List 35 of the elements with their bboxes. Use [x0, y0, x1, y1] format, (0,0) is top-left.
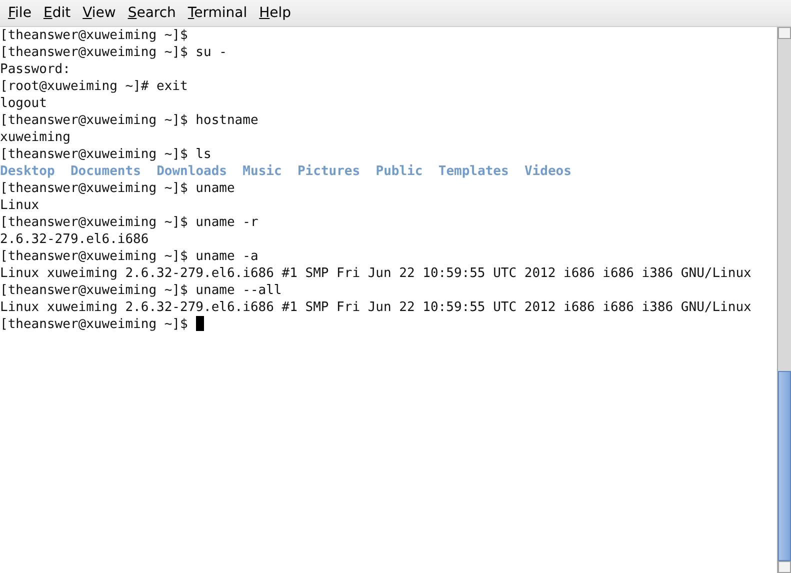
terminal-line: Linux — [0, 198, 40, 213]
terminal-line: [theanswer@xuweiming ~]$ uname -r — [0, 215, 258, 230]
menu-item[interactable]: View — [76, 1, 122, 25]
directory-name: Videos — [524, 164, 572, 179]
directory-name: Pictures — [297, 164, 360, 179]
menu-item[interactable]: Terminal — [182, 1, 254, 25]
terminal-line: Password: — [0, 62, 70, 77]
terminal-line: 2.6.32-279.el6.i686 — [0, 232, 149, 247]
terminal-line: [theanswer@xuweiming ~]$ uname -a — [0, 249, 258, 264]
directory-name: Music — [242, 164, 282, 179]
menu-item[interactable]: Search — [122, 1, 182, 25]
scrollbar[interactable] — [777, 27, 791, 573]
scroll-down-button[interactable] — [778, 561, 791, 573]
terminal-line: logout — [0, 96, 47, 111]
directory-name: Desktop — [0, 164, 55, 179]
terminal-line: [theanswer@xuweiming ~]$ — [0, 28, 188, 43]
directory-name: Templates — [438, 164, 509, 179]
menu-item[interactable]: File — [2, 1, 38, 25]
directory-name: Downloads — [156, 164, 228, 179]
terminal-line: [theanswer@xuweiming ~]$ uname — [0, 181, 235, 196]
menu-item[interactable]: Help — [253, 1, 298, 25]
directory-name: Documents — [70, 164, 141, 179]
terminal-line: [theanswer@xuweiming ~]$ — [0, 317, 188, 332]
terminal-line: Linux xuweiming 2.6.32-279.el6.i686 #1 SMP Fri Jun 22 10:59:55 UTC 2012 i686 i686 i386 GNU/Linux — [0, 266, 752, 281]
terminal-line: [theanswer@xuweiming ~]$ ls — [0, 147, 212, 162]
scroll-thumb[interactable] — [778, 371, 791, 561]
terminal-line: Linux xuweiming 2.6.32-279.el6.i686 #1 SMP Fri Jun 22 10:59:55 UTC 2012 i686 i686 i386 GNU/Linux — [0, 300, 752, 315]
terminal-line: [theanswer@xuweiming ~]$ su - — [0, 45, 227, 60]
scroll-up-button[interactable] — [778, 27, 791, 39]
terminal-line: [theanswer@xuweiming ~]$ uname --all — [0, 283, 282, 298]
terminal-line: [root@xuweiming ~]# exit — [0, 79, 188, 94]
terminal-line: [theanswer@xuweiming ~]$ hostname — [0, 113, 258, 128]
menu-item[interactable]: Edit — [37, 1, 77, 25]
terminal-line: xuweiming — [0, 130, 70, 145]
directory-name: Public — [376, 164, 423, 179]
